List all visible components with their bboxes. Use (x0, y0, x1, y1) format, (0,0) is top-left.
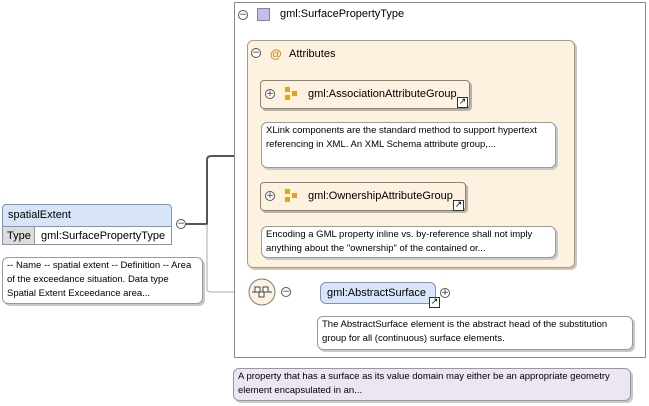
link-arrow-icon[interactable]: ↗ (457, 97, 468, 108)
element-doc: -- Name -- spatial extent -- Definition … (2, 257, 203, 304)
complex-type-name: gml:SurfacePropertyType (280, 8, 405, 20)
type-doc: A property that has a surface as its val… (233, 368, 631, 401)
ownership-group-name: gml:OwnershipAttributeGroup (308, 190, 453, 202)
element-type-label: Type (7, 230, 31, 242)
collapse-toggle-sequence[interactable]: − (281, 287, 291, 297)
expand-toggle-association[interactable]: + (265, 89, 275, 99)
ownership-group-doc: Encoding a GML property inline vs. by-re… (261, 226, 556, 258)
element-type-value: gml:SurfacePropertyType (41, 230, 166, 242)
collapse-toggle-element[interactable]: − (176, 219, 186, 229)
collapse-toggle-attributes[interactable]: − (251, 48, 261, 58)
attribute-group-icon (285, 189, 298, 202)
attributes-label: Attributes (289, 48, 336, 60)
abstract-surface-name: gml:AbstractSurface (327, 287, 427, 299)
association-group-doc: XLink components are the standard method… (261, 122, 556, 168)
link-arrow-icon[interactable]: ↗ (453, 200, 464, 211)
attribute-icon: @ (270, 47, 282, 61)
element-name: spatialExtent (8, 209, 71, 221)
abstract-surface-doc: The AbstractSurface element is the abstr… (317, 316, 633, 350)
collapse-toggle-complex-type[interactable]: − (238, 10, 248, 20)
expand-toggle-ownership[interactable]: + (265, 191, 275, 201)
complex-type-icon (257, 8, 270, 21)
sequence-icon[interactable] (248, 278, 278, 308)
link-arrow-icon[interactable]: ↗ (429, 297, 440, 308)
attribute-group-icon (285, 87, 298, 100)
association-group-name: gml:AssociationAttributeGroup (308, 88, 457, 100)
expand-toggle-abstract-surface[interactable]: + (440, 288, 450, 298)
